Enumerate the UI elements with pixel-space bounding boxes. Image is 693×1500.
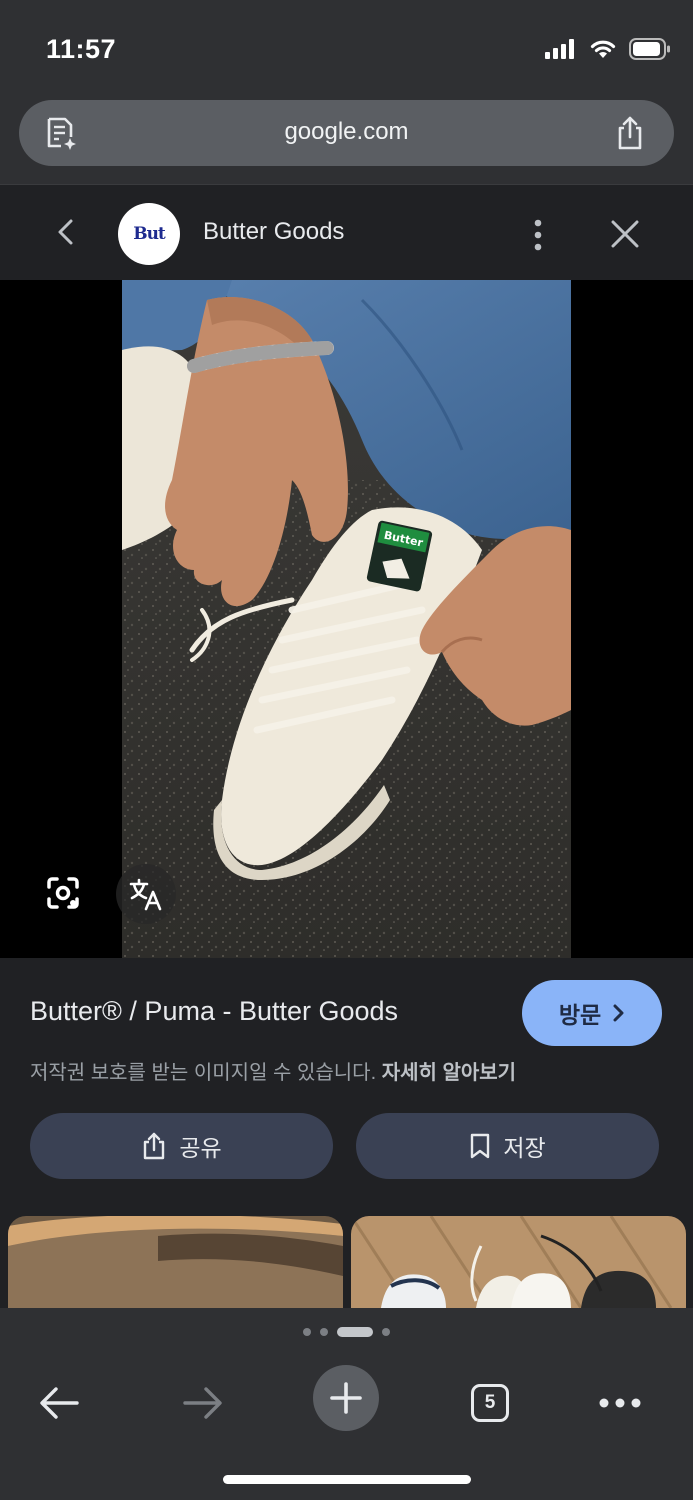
save-label: 저장	[503, 1135, 546, 1161]
copyright-notice: 저작권 보호를 받는 이미지일 수 있습니다. 자세히 알아보기	[30, 1056, 516, 1085]
new-tab-button[interactable]	[313, 1365, 379, 1431]
tab-switcher-button[interactable]: 5	[455, 1368, 525, 1438]
more-menu-button[interactable]	[585, 1368, 655, 1438]
battery-icon	[629, 38, 670, 60]
site-logo[interactable]: But	[118, 203, 180, 265]
result-title[interactable]: Butter® / Puma - Butter Goods	[30, 996, 398, 1027]
chevron-left-icon[interactable]	[52, 217, 80, 252]
page-dot-active	[337, 1327, 373, 1337]
cellular-signal-icon	[545, 39, 574, 59]
plus-icon	[330, 1382, 362, 1414]
wifi-icon	[590, 40, 616, 58]
page-indicator	[0, 1308, 693, 1356]
visit-button[interactable]: 방문	[522, 980, 662, 1046]
tabs-icon: 5	[471, 1384, 509, 1422]
page-dot	[303, 1328, 311, 1336]
more-vertical-icon[interactable]	[532, 219, 544, 256]
page-dot	[320, 1328, 328, 1336]
lens-icon[interactable]	[34, 864, 92, 922]
status-icons	[545, 38, 671, 60]
browser-top-chrome: 11:57 google.com	[0, 0, 693, 184]
share-icon	[144, 1132, 165, 1160]
arrow-right-icon	[183, 1387, 222, 1419]
translate-icon[interactable]	[116, 864, 176, 924]
site-name[interactable]: Butter Goods	[203, 218, 344, 246]
save-button[interactable]: 저장	[356, 1113, 659, 1179]
copyright-text: 저작권 보호를 받는 이미지일 수 있습니다.	[30, 1062, 377, 1084]
more-horizontal-icon	[599, 1398, 641, 1408]
related-image-thumbnail[interactable]	[8, 1216, 343, 1308]
share-button[interactable]: 공유	[30, 1113, 333, 1179]
share-label: 공유	[179, 1135, 222, 1161]
page-dot	[382, 1328, 390, 1336]
visit-label: 방문	[558, 1002, 602, 1028]
learn-more-link[interactable]: 자세히 알아보기	[382, 1062, 516, 1084]
share-icon[interactable]	[612, 114, 648, 157]
result-info-panel: Butter® / Puma - Butter Goods 방문 저작권 보호를…	[0, 958, 693, 1358]
address-bar[interactable]: google.com	[19, 100, 674, 166]
status-time: 11:57	[46, 34, 117, 64]
back-button[interactable]	[24, 1368, 94, 1438]
url-text[interactable]: google.com	[19, 118, 674, 146]
chevron-right-icon	[613, 1004, 624, 1022]
close-icon[interactable]	[610, 219, 640, 254]
related-image-thumbnail[interactable]	[351, 1216, 686, 1308]
home-indicator[interactable]	[223, 1475, 471, 1484]
bookmark-icon	[471, 1133, 490, 1159]
forward-button[interactable]	[168, 1368, 238, 1438]
image-viewer[interactable]: Butter	[0, 280, 693, 958]
result-photo[interactable]: Butter	[122, 280, 571, 958]
site-logo-text: But	[133, 224, 166, 244]
lens-header: But Butter Goods	[0, 184, 693, 281]
arrow-left-icon	[40, 1387, 79, 1419]
